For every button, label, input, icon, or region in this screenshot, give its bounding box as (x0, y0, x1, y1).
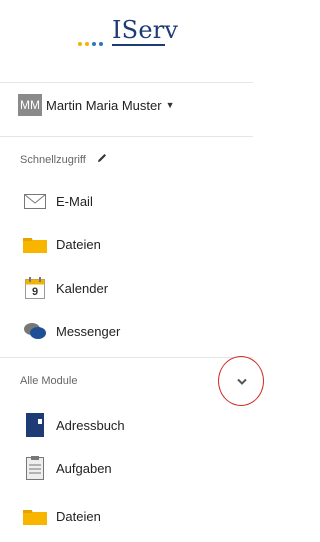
divider (0, 357, 253, 358)
module-item-tasks[interactable]: Aufgaben (22, 456, 112, 480)
all-modules-title: Alle Module (20, 375, 78, 387)
logo-underline (112, 44, 165, 46)
avatar: MM (18, 94, 42, 116)
quick-access-title: Schnellzugriff (20, 153, 86, 166)
caret-down-icon: ▼ (165, 100, 175, 110)
quick-access-label: Kalender (56, 280, 109, 296)
envelope-icon (22, 190, 48, 212)
calendar-day: 9 (31, 285, 39, 298)
chevron-down-icon[interactable] (237, 375, 247, 389)
quick-access-label: Dateien (56, 236, 101, 252)
address-book-icon (22, 413, 48, 437)
quick-access-item-messenger[interactable]: Messenger (22, 320, 120, 342)
user-name: Martin Maria Muster (46, 97, 162, 113)
logo-text: IServ (112, 16, 179, 44)
module-label: Dateien (56, 508, 101, 524)
module-label: Adressbuch (56, 417, 125, 433)
quick-access-header: Schnellzugriff (20, 152, 108, 167)
folder-icon (22, 505, 48, 527)
user-menu-button[interactable]: MM Martin Maria Muster ▼ (18, 92, 175, 118)
pencil-icon[interactable] (96, 152, 108, 167)
all-modules-header[interactable]: Alle Module (20, 375, 77, 387)
quick-access-item-calendar[interactable]: 9 Kalender (22, 277, 108, 299)
chat-bubbles-icon (22, 320, 48, 342)
folder-icon (22, 233, 48, 255)
module-item-address-book[interactable]: Adressbuch (22, 413, 125, 437)
clipboard-icon (22, 456, 48, 480)
quick-access-item-files[interactable]: Dateien (22, 233, 101, 255)
quick-access-item-email[interactable]: E-Mail (22, 190, 93, 212)
iserv-logo[interactable]: IServ (0, 0, 253, 82)
module-label: Aufgaben (56, 460, 112, 476)
divider (0, 82, 253, 83)
module-item-files[interactable]: Dateien (22, 505, 101, 527)
quick-access-label: E-Mail (56, 193, 93, 209)
quick-access-label: Messenger (56, 323, 121, 339)
divider (0, 136, 253, 137)
calendar-icon: 9 (22, 277, 48, 299)
